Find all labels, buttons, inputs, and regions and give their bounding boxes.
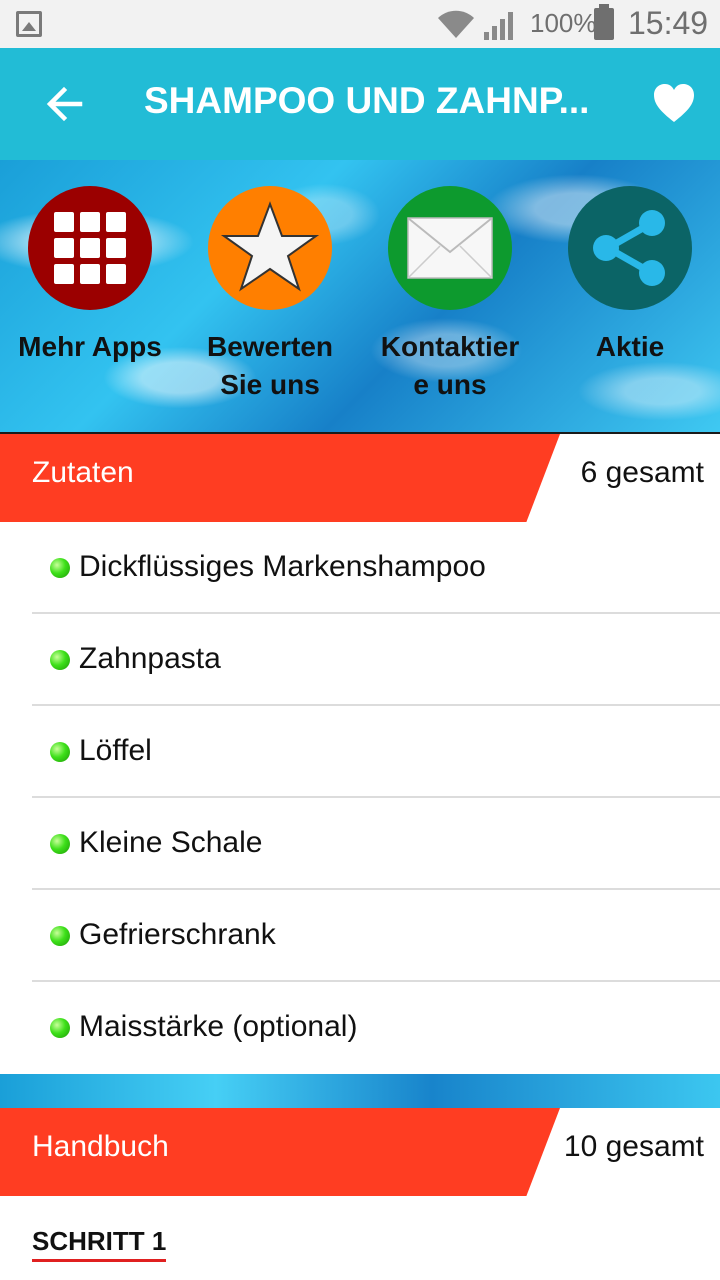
share-button[interactable]: Aktie [540, 186, 720, 366]
page-title: SHAMPOO UND ZAHNP... [144, 80, 590, 121]
grid-icon [28, 186, 152, 310]
app-bar: SHAMPOO UND ZAHNP... [0, 48, 720, 160]
contact-us-label: Kontaktier e uns [380, 331, 520, 400]
ingredient-label: Löffel [79, 734, 152, 767]
share-icon [568, 186, 692, 310]
ingredient-label: Dickflüssiges Markenshampoo [79, 550, 486, 583]
share-label: Aktie [595, 331, 665, 362]
star-icon [208, 186, 332, 310]
list-item: Zahnpasta [32, 614, 720, 706]
signal-icon [484, 12, 513, 40]
manual-header: Handbuch 10 gesamt [0, 1108, 720, 1196]
bullet-icon [50, 650, 70, 670]
list-item: Kleine Schale [32, 798, 720, 890]
manual-title: Handbuch [32, 1130, 169, 1163]
bullet-icon [50, 926, 70, 946]
arrow-left-icon[interactable] [44, 84, 84, 124]
more-apps-button[interactable]: Mehr Apps [0, 186, 180, 366]
more-apps-label: Mehr Apps [18, 331, 162, 362]
contact-us-button[interactable]: Kontaktier e uns [360, 186, 540, 404]
ingredients-header: Zutaten 6 gesamt [0, 434, 720, 522]
list-item: Gefrierschrank [32, 890, 720, 982]
manual-count: 10 gesamt [563, 1130, 704, 1163]
list-item: Löffel [32, 706, 720, 798]
battery-percent: 100% [530, 8, 597, 38]
battery-icon [594, 4, 614, 40]
status-bar: 100% 15:49 [0, 0, 720, 48]
bullet-icon [50, 742, 70, 762]
list-item: Dickflüssiges Markenshampoo [32, 522, 720, 614]
background-strip [0, 1074, 720, 1108]
rate-us-label: Bewerten Sie uns [206, 331, 334, 400]
gallery-icon [16, 11, 42, 37]
wifi-icon [438, 10, 474, 39]
action-banner: Mehr Apps Bewerten Sie uns Kontaktier e … [0, 160, 720, 434]
mail-icon [388, 186, 512, 310]
clock: 15:49 [628, 5, 709, 41]
bullet-icon [50, 834, 70, 854]
ingredients-count: 6 gesamt [580, 456, 704, 489]
ingredients-list: Dickflüssiges Markenshampoo Zahnpasta Lö… [0, 522, 720, 1074]
rate-us-button[interactable]: Bewerten Sie uns [180, 186, 360, 404]
ingredient-label: Kleine Schale [79, 826, 263, 859]
bullet-icon [50, 1018, 70, 1038]
heart-icon[interactable] [652, 82, 696, 126]
ingredients-title: Zutaten [32, 456, 134, 489]
step-heading: SCHRITT 1 [32, 1226, 167, 1262]
ingredient-label: Gefrierschrank [79, 918, 276, 951]
list-item: Maisstärke (optional) [32, 982, 720, 1074]
ingredient-label: Zahnpasta [79, 642, 221, 675]
ingredient-label: Maisstärke (optional) [79, 1010, 358, 1043]
bullet-icon [50, 558, 70, 578]
